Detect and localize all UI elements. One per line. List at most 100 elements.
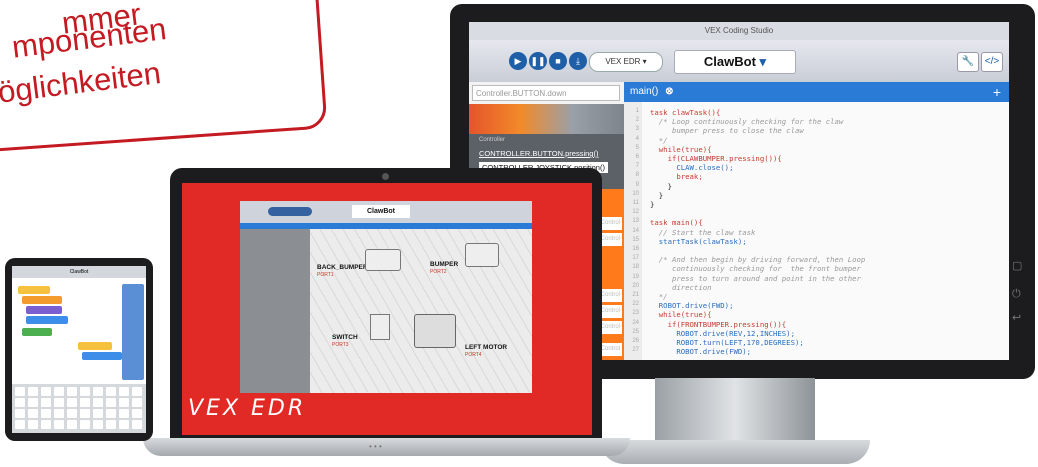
controller-item-button[interactable]: CONTROLLER.BUTTON.pressing()	[479, 149, 598, 158]
tablet-project-name[interactable]: ClawBot	[12, 266, 146, 278]
platform-select[interactable]: VEX EDR ▾	[589, 52, 663, 72]
keyboard-key[interactable]	[67, 398, 77, 407]
keyboard-key[interactable]	[67, 420, 77, 429]
tablet-code-block[interactable]	[18, 286, 50, 294]
keyboard-key[interactable]	[80, 387, 90, 396]
keyboard-key[interactable]	[28, 398, 38, 407]
keyboard-key[interactable]	[67, 409, 77, 418]
code-line: direction	[650, 282, 712, 292]
laptop-device-list[interactable]	[240, 229, 310, 393]
keyboard-key[interactable]	[28, 387, 38, 396]
keyboard-key[interactable]	[15, 409, 25, 418]
line-number: 14	[632, 227, 639, 234]
project-select[interactable]: ClawBot ▾	[674, 50, 796, 74]
laptop-camera	[382, 173, 389, 180]
switch-port: PORT3	[332, 342, 349, 348]
pause-icon[interactable]: ❚❚	[529, 52, 547, 70]
left-motor-label: LEFT MOTOR	[465, 344, 508, 351]
laptop-logo-dots: • • •	[369, 442, 382, 451]
keyboard-key[interactable]	[41, 420, 51, 429]
keyboard-key[interactable]	[93, 420, 103, 429]
keyboard-key[interactable]	[119, 409, 129, 418]
keyboard-key[interactable]	[41, 387, 51, 396]
keyboard-key[interactable]	[93, 398, 103, 407]
back-bumper-label: BACK_BUMPER	[317, 264, 368, 271]
laptop-device-canvas[interactable]: BACK_BUMPER PORT1 BUMPER PORT2 SWITCH PO…	[310, 229, 532, 393]
tablet-code-block[interactable]	[22, 296, 62, 304]
tablet-code-block[interactable]	[22, 328, 52, 336]
code-view-icon[interactable]: </>	[981, 52, 1003, 72]
download-icon[interactable]: ⤓	[569, 52, 587, 70]
window-title: VEX Coding Studio	[469, 22, 1009, 40]
keyboard-key[interactable]	[93, 387, 103, 396]
tablet-code-block[interactable]	[82, 352, 122, 360]
tablet-code-block[interactable]	[78, 342, 112, 350]
keyboard-key[interactable]	[28, 420, 38, 429]
left-motor-port: PORT4	[465, 352, 482, 358]
tablet-screen: ClawBot	[12, 266, 146, 433]
tablet-code-block[interactable]	[26, 316, 68, 324]
keyboard-key[interactable]	[41, 398, 51, 407]
code-line: // Start the claw task	[650, 227, 756, 237]
panel-heading: Controller	[479, 137, 506, 143]
add-tab-icon[interactable]: +	[993, 82, 1001, 102]
code-line: task clawTask(){	[650, 108, 721, 117]
keyboard-key[interactable]	[80, 409, 90, 418]
keyboard-key[interactable]	[15, 387, 25, 396]
left-motor-device[interactable]	[414, 314, 456, 348]
tablet-code-block[interactable]	[26, 306, 62, 314]
keyboard-key[interactable]	[15, 420, 25, 429]
keyboard-key[interactable]	[132, 387, 142, 396]
close-tab-icon[interactable]: ⊗	[665, 86, 673, 97]
keyboard-key[interactable]	[15, 398, 25, 407]
keyboard-key[interactable]	[54, 409, 64, 418]
keyboard-key[interactable]	[106, 398, 116, 407]
keyboard-key[interactable]	[80, 398, 90, 407]
code-line: ROBOT.drive(FWD);	[650, 301, 734, 311]
keyboard-key[interactable]	[67, 387, 77, 396]
tablet-keyboard[interactable]	[12, 384, 146, 433]
keyboard-key[interactable]	[132, 398, 142, 407]
switch-label: SWITCH	[332, 334, 358, 341]
laptop-project-name[interactable]: ClawBot	[352, 205, 410, 218]
line-number: 1	[635, 108, 639, 114]
line-number: 9	[635, 181, 639, 188]
code-line: bumper press to close the claw	[650, 126, 804, 136]
keyboard-key[interactable]	[106, 387, 116, 396]
laptop-control-buttons[interactable]	[268, 207, 312, 216]
bumper-port: PORT2	[430, 269, 447, 275]
bumper-device[interactable]	[465, 243, 499, 267]
line-number: 7	[635, 163, 639, 170]
category-tabs[interactable]	[469, 104, 624, 134]
back-bumper-device[interactable]	[365, 249, 401, 271]
stop-icon[interactable]: ■	[549, 52, 567, 70]
block-hint: Control	[600, 236, 620, 242]
code-line: /* Loop continuously checking for the cl…	[650, 117, 844, 127]
toolbar: ▶ ❚❚ ■ ⤓ VEX EDR ▾ ClawBot ▾ 🔧 </>	[469, 40, 1009, 82]
switch-device[interactable]	[370, 314, 390, 340]
line-number: 27	[632, 347, 639, 354]
keyboard-key[interactable]	[106, 409, 116, 418]
keyboard-key[interactable]	[119, 398, 129, 407]
monitor-side-buttons: ▢ ⏻ ↩	[1012, 250, 1026, 340]
tab-main[interactable]: main()	[624, 86, 658, 97]
keyboard-key[interactable]	[80, 420, 90, 429]
code-editor[interactable]: 1 2 3 4 5 6 7 8 9 10 11 12 13 14 15 16 17 18 19 20 21 22 23 24 2…	[624, 102, 1009, 360]
keyboard-key[interactable]	[54, 420, 64, 429]
keyboard-key[interactable]	[54, 398, 64, 407]
tablet-side-panel[interactable]	[122, 284, 144, 380]
wrench-icon[interactable]: 🔧	[957, 52, 979, 72]
keyboard-key[interactable]	[119, 387, 129, 396]
keyboard-key[interactable]	[93, 409, 103, 418]
keyboard-key[interactable]	[41, 409, 51, 418]
line-number: 18	[632, 264, 639, 271]
keyboard-key[interactable]	[132, 420, 142, 429]
keyboard-key[interactable]	[132, 409, 142, 418]
keyboard-key[interactable]	[106, 420, 116, 429]
keyboard-key[interactable]	[119, 420, 129, 429]
keyboard-key[interactable]	[28, 409, 38, 418]
block-hint: Control	[600, 324, 620, 330]
search-input[interactable]: Controller.BUTTON.down	[472, 85, 620, 101]
keyboard-key[interactable]	[54, 387, 64, 396]
play-icon[interactable]: ▶	[509, 52, 527, 70]
